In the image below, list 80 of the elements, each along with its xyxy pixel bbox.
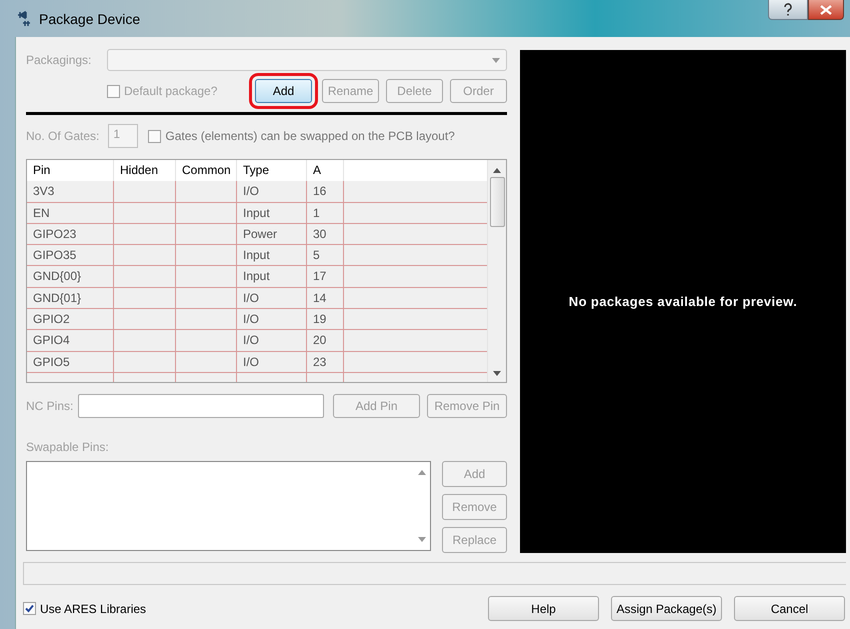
column-header[interactable]: Type [237, 160, 307, 182]
table-cell: Power [237, 224, 307, 246]
table-cell: 23 [307, 352, 344, 373]
column-header[interactable]: Hidden [114, 160, 176, 182]
table-cell [176, 288, 237, 310]
footer-button[interactable]: Cancel [734, 596, 845, 621]
default-package-checkbox[interactable] [107, 84, 120, 98]
table-cell [114, 202, 176, 224]
table-cell: EN [27, 202, 114, 224]
table-cell [114, 309, 176, 330]
table-cell: GPIO2 [27, 309, 114, 330]
table-cell: GPIO5 [27, 352, 114, 373]
table-cell [176, 202, 237, 224]
swapable-pins-label: Swapable Pins: [26, 440, 110, 454]
footer-button[interactable]: Help [488, 596, 599, 621]
table-cell: 16 [307, 181, 344, 203]
table-cell [114, 224, 176, 246]
scroll-thumb[interactable] [490, 177, 504, 227]
table-cell [176, 224, 237, 246]
table-cell: 17 [307, 266, 344, 288]
table-cell: 3V3 [27, 181, 114, 203]
close-icon [820, 4, 832, 14]
table-cell: GPIO4 [27, 330, 114, 352]
table-cell: 30 [307, 224, 344, 246]
table-cell: Input [237, 245, 307, 266]
column-header[interactable]: A [307, 160, 344, 182]
column-header[interactable]: Pin [27, 160, 114, 182]
down-arrow-icon[interactable] [418, 537, 426, 542]
table-cell [114, 352, 176, 373]
window-title: Package Device [39, 10, 140, 26]
table-cell: I/O [237, 288, 307, 310]
packagings-dropdown[interactable] [107, 49, 507, 71]
table-cell: GND{00} [27, 266, 114, 288]
table-cell [176, 352, 237, 373]
table-cell: GND{01} [27, 288, 114, 310]
packagings-label: Packagings: [26, 53, 92, 67]
table-cell: I/O [237, 352, 307, 373]
swapable-pins-list[interactable] [26, 461, 431, 551]
close-button[interactable] [808, 0, 844, 20]
table-cell [114, 288, 176, 310]
table-scrollbar[interactable] [487, 160, 506, 382]
table-cell: 5 [307, 245, 344, 266]
footer-button[interactable]: Assign Package(s) [611, 596, 722, 621]
nc-pins-label: NC Pins: [26, 399, 74, 413]
down-arrow-icon[interactable] [493, 371, 501, 376]
column-header[interactable]: Common [176, 160, 237, 182]
gates-swap-checkbox[interactable] [148, 130, 162, 142]
table-cell [176, 181, 237, 203]
gates-swap-label: Gates (elements) can be swapped on the PCB layout? [165, 129, 455, 143]
table-cell: 14 [307, 288, 344, 310]
caret-icon [492, 58, 500, 62]
table-cell: 1 [307, 202, 344, 224]
table-cell: I/O [237, 181, 307, 203]
table-cell: Input [237, 266, 307, 288]
up-arrow-icon[interactable] [418, 470, 426, 475]
question-mark-icon [783, 3, 793, 16]
table-cell [114, 266, 176, 288]
preview-message: No packages available for preview. [568, 294, 798, 309]
up-arrow-icon[interactable] [493, 168, 501, 173]
table-cell [176, 330, 237, 352]
table-cell: I/O [237, 330, 307, 352]
nc-pins-field[interactable] [78, 394, 324, 418]
table-cell [114, 330, 176, 352]
gates-label: No. Of Gates: [26, 129, 100, 143]
table-cell: 20 [307, 330, 344, 352]
help-button[interactable] [768, 0, 808, 20]
table-cell [176, 309, 237, 330]
table-cell [114, 245, 176, 266]
component-icon [17, 10, 33, 26]
table-cell: 19 [307, 309, 344, 330]
table-cell: GIPO23 [27, 224, 114, 246]
table-cell: I/O [237, 309, 307, 330]
table-cell [176, 245, 237, 266]
table-cell: GIPO35 [27, 245, 114, 266]
default-package-label: Default package? [124, 84, 218, 98]
table-cell: Input [237, 202, 307, 224]
table-cell [176, 266, 237, 288]
table-cell [114, 181, 176, 203]
use-ares-checkbox[interactable] [23, 602, 36, 615]
use-ares-label: Use ARES Libraries [40, 602, 146, 616]
